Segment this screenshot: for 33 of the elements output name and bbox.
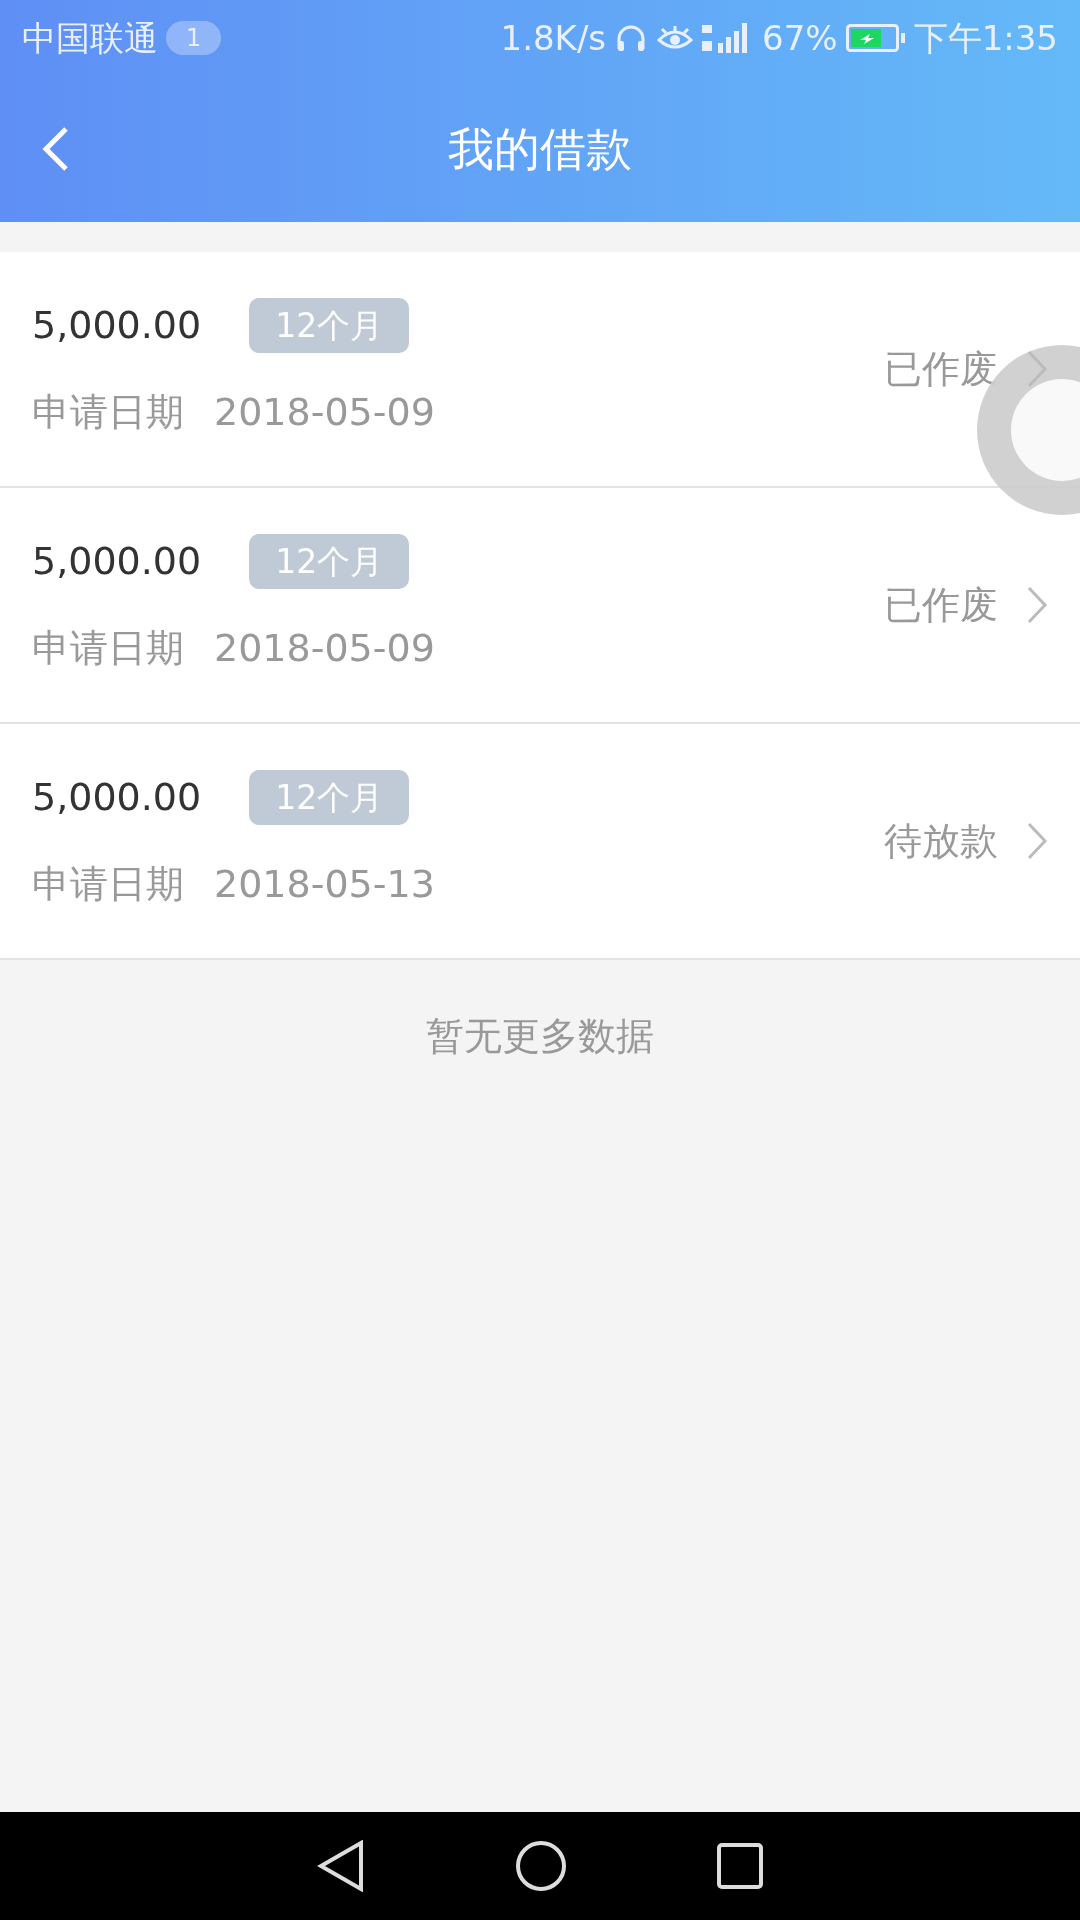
network-speed: 1.8K/s — [500, 16, 607, 60]
chevron-icon — [1026, 585, 1048, 625]
date-label: 申请日期 — [32, 625, 184, 672]
loan-amount: 5,000.00 — [32, 774, 202, 821]
term-tag: 12个月 — [249, 770, 410, 825]
loan-row[interactable]: 5,000.00 12个月 申请日期 2018-05-13 待放款 — [0, 724, 1080, 960]
application-date: 2018-05-09 — [214, 389, 435, 436]
clock-time: 下午1:35 — [913, 16, 1058, 60]
home-nav-icon[interactable] — [515, 1840, 567, 1892]
carrier-name: 中国联通 — [22, 16, 158, 60]
loan-status: 已作废 — [884, 581, 998, 629]
term-tag: 12个月 — [249, 298, 410, 353]
date-label: 申请日期 — [32, 389, 184, 436]
no-more-data-text: 暂无更多数据 — [426, 1014, 654, 1058]
back-nav-icon[interactable] — [317, 1840, 365, 1892]
chevron-icon — [1026, 349, 1048, 389]
application-date: 2018-05-13 — [214, 861, 435, 908]
notification-count: 1 — [166, 21, 222, 55]
battery-level: 67% — [762, 16, 838, 60]
term-tag: 12个月 — [249, 534, 410, 589]
loan-status: 待放款 — [884, 817, 998, 865]
back-button[interactable] — [40, 125, 70, 173]
loan-row[interactable]: 5,000.00 12个月 申请日期 2018-05-09 已作废 — [0, 252, 1080, 488]
loan-amount: 5,000.00 — [32, 302, 202, 349]
loan-status: 已作废 — [884, 345, 998, 393]
page-title: 我的借款 — [448, 120, 632, 178]
loan-row[interactable]: 5,000.00 12个月 申请日期 2018-05-09 已作废 — [0, 488, 1080, 724]
application-date: 2018-05-09 — [214, 625, 435, 672]
battery-icon — [845, 22, 906, 54]
date-label: 申请日期 — [32, 861, 184, 908]
recents-nav-icon[interactable] — [717, 1843, 763, 1889]
chevron-icon — [1026, 821, 1048, 861]
loan-amount: 5,000.00 — [32, 538, 202, 585]
